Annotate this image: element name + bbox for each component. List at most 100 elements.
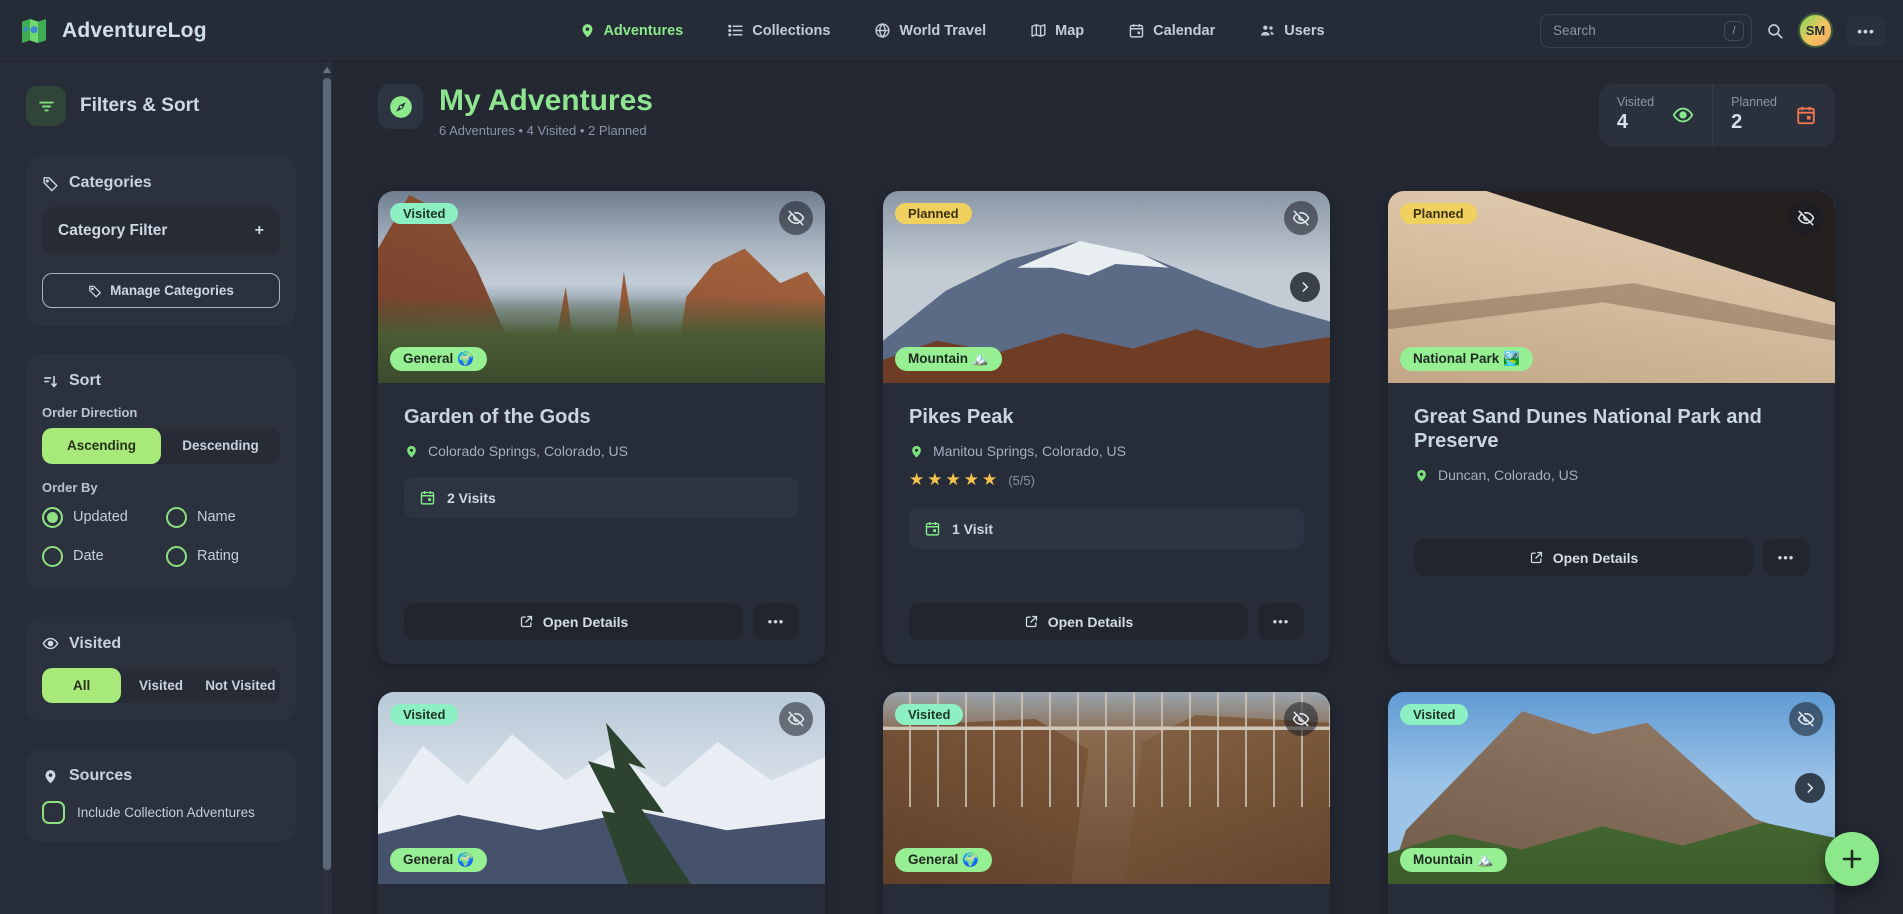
visited-visited-button[interactable]: Visited xyxy=(121,668,200,704)
location-pin-icon xyxy=(578,22,595,39)
filter-lines-icon xyxy=(37,97,56,116)
compass-icon-box xyxy=(378,84,423,129)
visited-section: Visited All Visited Not Visited xyxy=(26,617,296,722)
search-input[interactable] xyxy=(1540,14,1752,48)
add-adventure-button[interactable] xyxy=(1825,832,1879,886)
nav-item-users[interactable]: Users xyxy=(1259,22,1324,39)
visited-heading: Visited xyxy=(42,635,280,653)
status-badge: Planned xyxy=(895,203,972,224)
radio-rating[interactable]: Rating xyxy=(166,546,280,567)
category-badge: National Park 🏞️ xyxy=(1400,347,1533,371)
adventure-title: Great Sand Dunes National Park and Prese… xyxy=(1414,405,1809,453)
radio-circle-icon xyxy=(42,546,63,567)
search-icon xyxy=(1766,22,1784,40)
adventure-title: Pikes Peak xyxy=(909,405,1304,429)
order-by-label: Order By xyxy=(42,480,280,495)
nav-item-collections[interactable]: Collections xyxy=(727,22,830,39)
include-collection-adventures-checkbox[interactable]: Include Collection Adventures xyxy=(42,801,280,824)
ascending-button[interactable]: Ascending xyxy=(42,428,161,464)
adventure-photo[interactable]: Visited General 🌍 xyxy=(378,191,825,383)
adventure-photo[interactable]: Visited General 🌍 xyxy=(883,692,1330,884)
adventure-photo[interactable]: Planned Mountain 🏔️ xyxy=(883,191,1330,383)
eye-icon xyxy=(42,635,59,652)
external-link-icon xyxy=(519,614,534,629)
categories-heading: Categories xyxy=(42,174,280,192)
adventure-location: Colorado Springs, Colorado, US xyxy=(404,443,799,459)
adventure-photo[interactable]: Visited Mountain 🏔️ xyxy=(1388,692,1835,884)
adventure-photo[interactable]: Visited General 🌍 xyxy=(378,692,825,884)
search-wrap: / xyxy=(1540,14,1752,48)
users-icon xyxy=(1259,22,1276,39)
hide-button[interactable] xyxy=(1789,201,1823,235)
adventure-photo[interactable]: Planned National Park 🏞️ xyxy=(1388,191,1835,383)
card-more-button[interactable]: ••• xyxy=(1763,539,1809,576)
top-navbar: AdventureLog Adventures Collections Worl… xyxy=(0,0,1903,62)
search-button[interactable] xyxy=(1766,22,1784,40)
plus-icon xyxy=(1840,847,1864,871)
descending-button[interactable]: Descending xyxy=(161,428,280,464)
main-content: My Adventures 6 Adventures • 4 Visited •… xyxy=(332,62,1903,914)
stat-planned-value: 2 xyxy=(1731,111,1777,134)
sidebar-header: Filters & Sort xyxy=(26,86,296,126)
open-details-button[interactable]: Open Details xyxy=(404,603,743,640)
globe-icon xyxy=(874,22,891,39)
tag-icon xyxy=(42,175,59,192)
nav-item-calendar[interactable]: Calendar xyxy=(1128,22,1215,39)
app-logo-map-icon xyxy=(18,15,50,47)
adventure-grid: Visited General 🌍 Garden of the Gods Col… xyxy=(378,191,1835,914)
hide-button[interactable] xyxy=(1789,702,1823,736)
card-more-button[interactable]: ••• xyxy=(753,603,799,640)
open-details-button[interactable]: Open Details xyxy=(1414,539,1753,576)
visited-toggle: All Visited Not Visited xyxy=(42,668,280,704)
carousel-next-button[interactable] xyxy=(1290,272,1320,302)
radio-circle-icon xyxy=(166,507,187,528)
sidebar-title: Filters & Sort xyxy=(80,95,199,117)
visited-not-visited-button[interactable]: Not Visited xyxy=(201,668,280,704)
status-badge: Visited xyxy=(390,704,458,725)
external-link-icon xyxy=(1024,614,1039,629)
hide-button[interactable] xyxy=(1284,201,1318,235)
calendar-icon xyxy=(1795,104,1817,126)
page-header: My Adventures 6 Adventures • 4 Visited •… xyxy=(378,84,1835,147)
sidebar-scrollbar[interactable] xyxy=(322,62,332,914)
navbar-more-button[interactable]: ••• xyxy=(1847,16,1885,46)
scrollbar-up-arrow-icon[interactable] xyxy=(323,67,331,73)
stat-visited-value: 4 xyxy=(1617,111,1654,134)
page-header-left: My Adventures 6 Adventures • 4 Visited •… xyxy=(378,84,653,138)
scrollbar-thumb[interactable] xyxy=(323,78,331,870)
expand-plus-icon: + xyxy=(255,222,264,240)
nav-item-map[interactable]: Map xyxy=(1030,22,1084,39)
nav-item-world-travel[interactable]: World Travel xyxy=(874,22,986,39)
hide-button[interactable] xyxy=(779,702,813,736)
radio-name[interactable]: Name xyxy=(166,507,280,528)
order-direction-toggle: Ascending Descending xyxy=(42,428,280,464)
eye-off-icon xyxy=(787,710,805,728)
hide-button[interactable] xyxy=(1284,702,1318,736)
compass-icon xyxy=(388,94,414,120)
user-avatar[interactable]: SM xyxy=(1798,13,1833,48)
category-badge: Mountain 🏔️ xyxy=(1400,848,1507,872)
status-badge: Visited xyxy=(1400,704,1468,725)
adventure-card-garden-of-the-gods: Visited General 🌍 Garden of the Gods Col… xyxy=(378,191,825,664)
brand: AdventureLog xyxy=(18,15,207,47)
calendar-check-icon xyxy=(419,489,436,506)
visited-all-button[interactable]: All xyxy=(42,668,121,704)
page-subtitle: 6 Adventures • 4 Visited • 2 Planned xyxy=(439,123,653,138)
category-filter-collapse[interactable]: Category Filter + xyxy=(42,207,280,255)
radio-updated[interactable]: Updated xyxy=(42,507,156,528)
card-more-button[interactable]: ••• xyxy=(1258,603,1304,640)
nav-item-adventures[interactable]: Adventures xyxy=(578,22,683,39)
list-icon xyxy=(727,22,744,39)
adventure-card-great-sand-dunes: Planned National Park 🏞️ Great Sand Dune… xyxy=(1388,191,1835,664)
calendar-check-icon xyxy=(924,520,941,537)
sort-arrows-icon xyxy=(42,373,59,390)
hide-button[interactable] xyxy=(779,201,813,235)
eye-off-icon xyxy=(1292,209,1310,227)
radio-date[interactable]: Date xyxy=(42,546,156,567)
manage-categories-button[interactable]: Manage Categories xyxy=(42,273,280,308)
open-details-button[interactable]: Open Details xyxy=(909,603,1248,640)
chevron-right-icon xyxy=(1803,781,1817,795)
filters-sidebar: Filters & Sort Categories Category Filte… xyxy=(0,62,322,914)
carousel-next-button[interactable] xyxy=(1795,773,1825,803)
status-badge: Visited xyxy=(895,704,963,725)
